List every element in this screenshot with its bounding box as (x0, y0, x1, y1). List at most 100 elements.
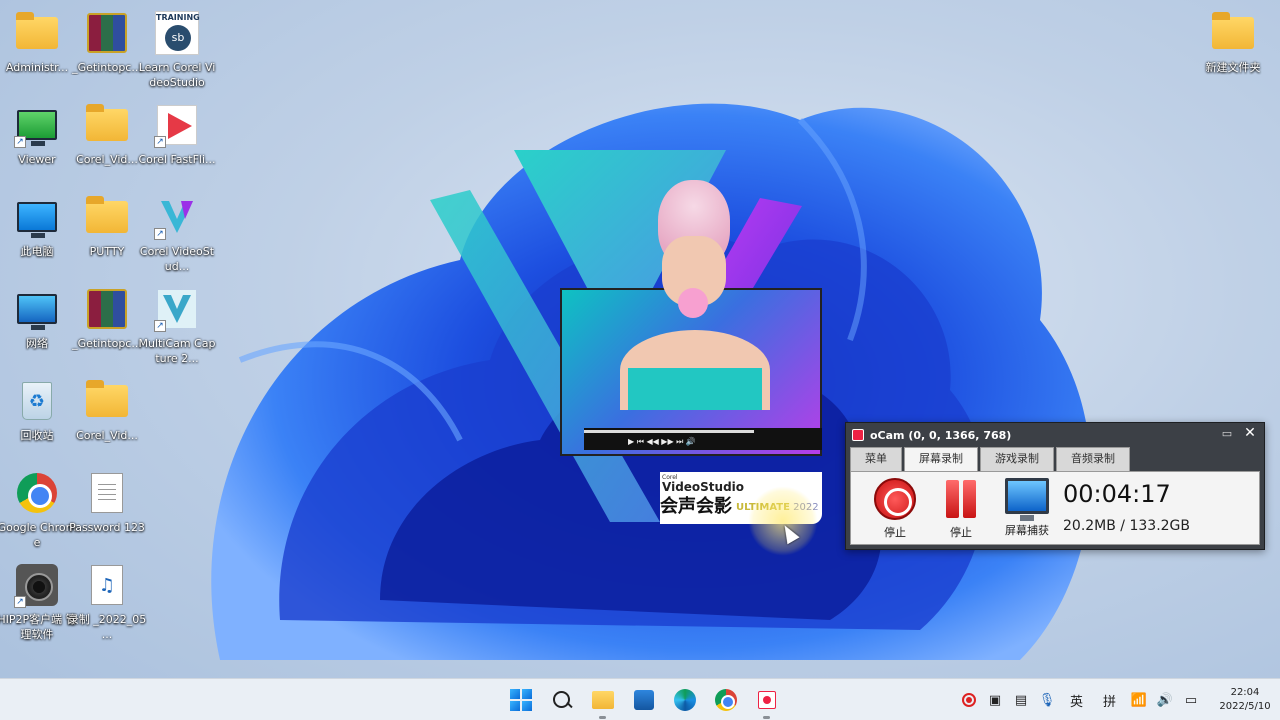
ime-language[interactable]: 英 (1070, 691, 1083, 710)
monitor-icon (1005, 478, 1049, 521)
desktop-icon-recording-file[interactable]: ♫ 录制 _2022_05 ... (68, 558, 146, 646)
tray-recording-indicator[interactable] (958, 689, 980, 711)
desktop-icon-multicam-capture[interactable]: ↗ MultiCam Capture 2... (139, 282, 215, 370)
network-drive-icon: ▤ (1014, 692, 1028, 708)
network-icon (14, 286, 60, 332)
tray-microphone[interactable]: 🎙 (1036, 689, 1058, 711)
desktop-icon-label: 回收站 (20, 429, 54, 442)
tray-volume[interactable]: 🔊 (1154, 689, 1176, 711)
desktop-icon-new-folder[interactable]: 新建文件夹 (1197, 6, 1269, 94)
app-window-icon: ▣ (988, 692, 1002, 708)
chrome-icon (714, 689, 737, 711)
desktop-icon-label: 新建文件夹 (1205, 61, 1261, 74)
taskbar-file-explorer[interactable] (582, 679, 623, 720)
product-name-cn: 会声会影 (660, 496, 732, 517)
edge-icon (673, 689, 696, 711)
tab-screen-recording[interactable]: 屏幕录制 (904, 447, 978, 473)
clock-date: 2022/5/10 (1219, 701, 1271, 712)
desktop-icon-corel-fastflick[interactable]: ↗ Corel FastFli... (138, 98, 216, 186)
system-tray: ▣ ▤ 🎙 英 拼 📶 🔊 ▭ 22:04 2022/5/10 (956, 679, 1280, 720)
desktop-icon-learn-corel[interactable]: TRAINING sb Learn Corel VideoStudio (139, 6, 215, 94)
screen-capture-button[interactable]: 屏幕捕获 (999, 478, 1055, 540)
taskbar-apps (500, 679, 787, 720)
desktop-icon-label: Corel_Vid... (76, 153, 138, 166)
stop-record-icon (874, 478, 916, 520)
corel-videostudio-icon: ↗ (154, 194, 200, 240)
desktop-icon-corel-vid-folder-1[interactable]: Corel_Vid... (71, 98, 143, 186)
folder-icon (84, 102, 130, 148)
taskbar-edge[interactable] (664, 679, 705, 720)
tab-game-recording[interactable]: 游戏录制 (980, 447, 1054, 471)
taskbar: ▣ ▤ 🎙 英 拼 📶 🔊 ▭ 22:04 2022/5/10 (0, 678, 1280, 720)
desktop-icon-label: 此电脑 (20, 245, 54, 258)
search-button[interactable] (541, 679, 582, 720)
desktop-icon-label: HIP2P客户端 管理软件 (0, 613, 77, 641)
desktop-icon-label: Google Chrome (0, 521, 77, 549)
text-document-icon (84, 470, 130, 516)
taskbar-chrome[interactable] (705, 679, 746, 720)
record-indicator-icon (961, 693, 976, 707)
elapsed-time: 00:04:17 (1063, 480, 1171, 508)
desktop-icon-corel-vid-folder-2[interactable]: Corel_Vid... (71, 374, 143, 462)
desktop-icon-google-chrome[interactable]: Google Chrome (0, 466, 76, 554)
desktop-icon-label: _Getintopc... (72, 337, 142, 350)
desktop-icon-label: Password 123 (69, 521, 145, 534)
desktop-icon-getintopc-1[interactable]: _Getintopc... (71, 6, 143, 94)
tab-audio-recording[interactable]: 音频录制 (1056, 447, 1130, 471)
ocam-window[interactable]: oCam (0, 0, 1366, 768) ▭ ✕ 菜单 屏幕录制 游戏录制 … (845, 422, 1265, 550)
desktop-icon-label: 网络 (26, 337, 48, 350)
start-button[interactable] (500, 679, 541, 720)
chrome-icon (14, 470, 60, 516)
camera-app-icon: ↗ (14, 562, 60, 608)
desktop-icon-viewer[interactable]: ↗ Viewer (1, 98, 73, 186)
stop-button[interactable]: 停止 (867, 478, 923, 540)
desktop-icon-label: 录制 _2022_05 ... (67, 613, 147, 641)
clock-time: 22:04 (1230, 687, 1260, 698)
tab-menu[interactable]: 菜单 (850, 447, 902, 471)
desktop-icon-label: Corel FastFli... (138, 153, 216, 166)
pause-button[interactable]: 停止 (933, 478, 989, 540)
clock[interactable]: 22:04 2022/5/10 (1210, 686, 1280, 714)
desktop-icon-corel-videostudio[interactable]: ↗ Corel VideoStud... (140, 190, 214, 278)
desktop-icon-getintopc-2[interactable]: _Getintopc... (71, 282, 143, 370)
this-pc-icon (14, 194, 60, 240)
desktop-icon-putty-folder[interactable]: PUTTY (71, 190, 143, 278)
model-portrait (620, 180, 770, 410)
desktop-icon-network[interactable]: 网络 (1, 282, 73, 370)
ocam-recording-panel: 停止 停止 屏幕捕获 00:04:17 20.2MB / 133.2GB (850, 471, 1260, 545)
desktop-icon-hip2p[interactable]: ↗ HIP2P客户端 管理软件 (0, 558, 77, 646)
desktop-icon-label: MultiCam Capture 2... (138, 337, 216, 365)
pause-icon (940, 478, 982, 520)
volume-icon: 🔊 (1156, 692, 1174, 708)
screen-capture-label: 屏幕捕获 (1005, 524, 1049, 537)
desktop-icon-recycle-bin[interactable]: ♻ 回收站 (1, 374, 73, 462)
tray-wifi[interactable]: 📶 (1128, 689, 1150, 711)
desktop-icon-label: Corel VideoStud... (139, 245, 215, 273)
file-size-info: 20.2MB / 133.2GB (1063, 518, 1191, 534)
ime-mode[interactable]: 拼 (1103, 691, 1116, 710)
tray-app-2[interactable]: ▤ (1010, 689, 1032, 711)
recycle-bin-icon: ♻ (14, 378, 60, 424)
pause-button-label: 停止 (950, 526, 972, 539)
viewer-app-icon: ↗ (14, 102, 60, 148)
desktop-icon-password-123[interactable]: Password 123 (69, 466, 145, 554)
stop-button-label: 停止 (884, 526, 906, 539)
winrar-icon (84, 286, 130, 332)
training-icon: TRAINING sb (154, 10, 200, 56)
desktop-icon-label: Administr... (5, 61, 69, 74)
microsoft-store-icon (633, 690, 654, 710)
tray-battery[interactable]: ▭ (1180, 689, 1202, 711)
desktop-icon-administrator-folder[interactable]: Administr... (1, 6, 73, 94)
taskbar-microsoft-store[interactable] (623, 679, 664, 720)
ocam-titlebar[interactable]: oCam (0, 0, 1366, 768) ▭ ✕ (846, 423, 1264, 447)
desktop-icon-label: PUTTY (89, 245, 125, 258)
close-icon[interactable]: ✕ (1242, 425, 1258, 443)
wifi-icon: 📶 (1130, 692, 1148, 708)
desktop: Administr... _Getintopc... TRAINING sb Le… (0, 0, 1280, 678)
start-icon (509, 689, 532, 711)
tray-app-1[interactable]: ▣ (984, 689, 1006, 711)
ocam-icon (757, 691, 776, 709)
minimize-icon[interactable]: ▭ (1220, 427, 1234, 441)
taskbar-ocam[interactable] (746, 679, 787, 720)
desktop-icon-this-pc[interactable]: 此电脑 (1, 190, 73, 278)
